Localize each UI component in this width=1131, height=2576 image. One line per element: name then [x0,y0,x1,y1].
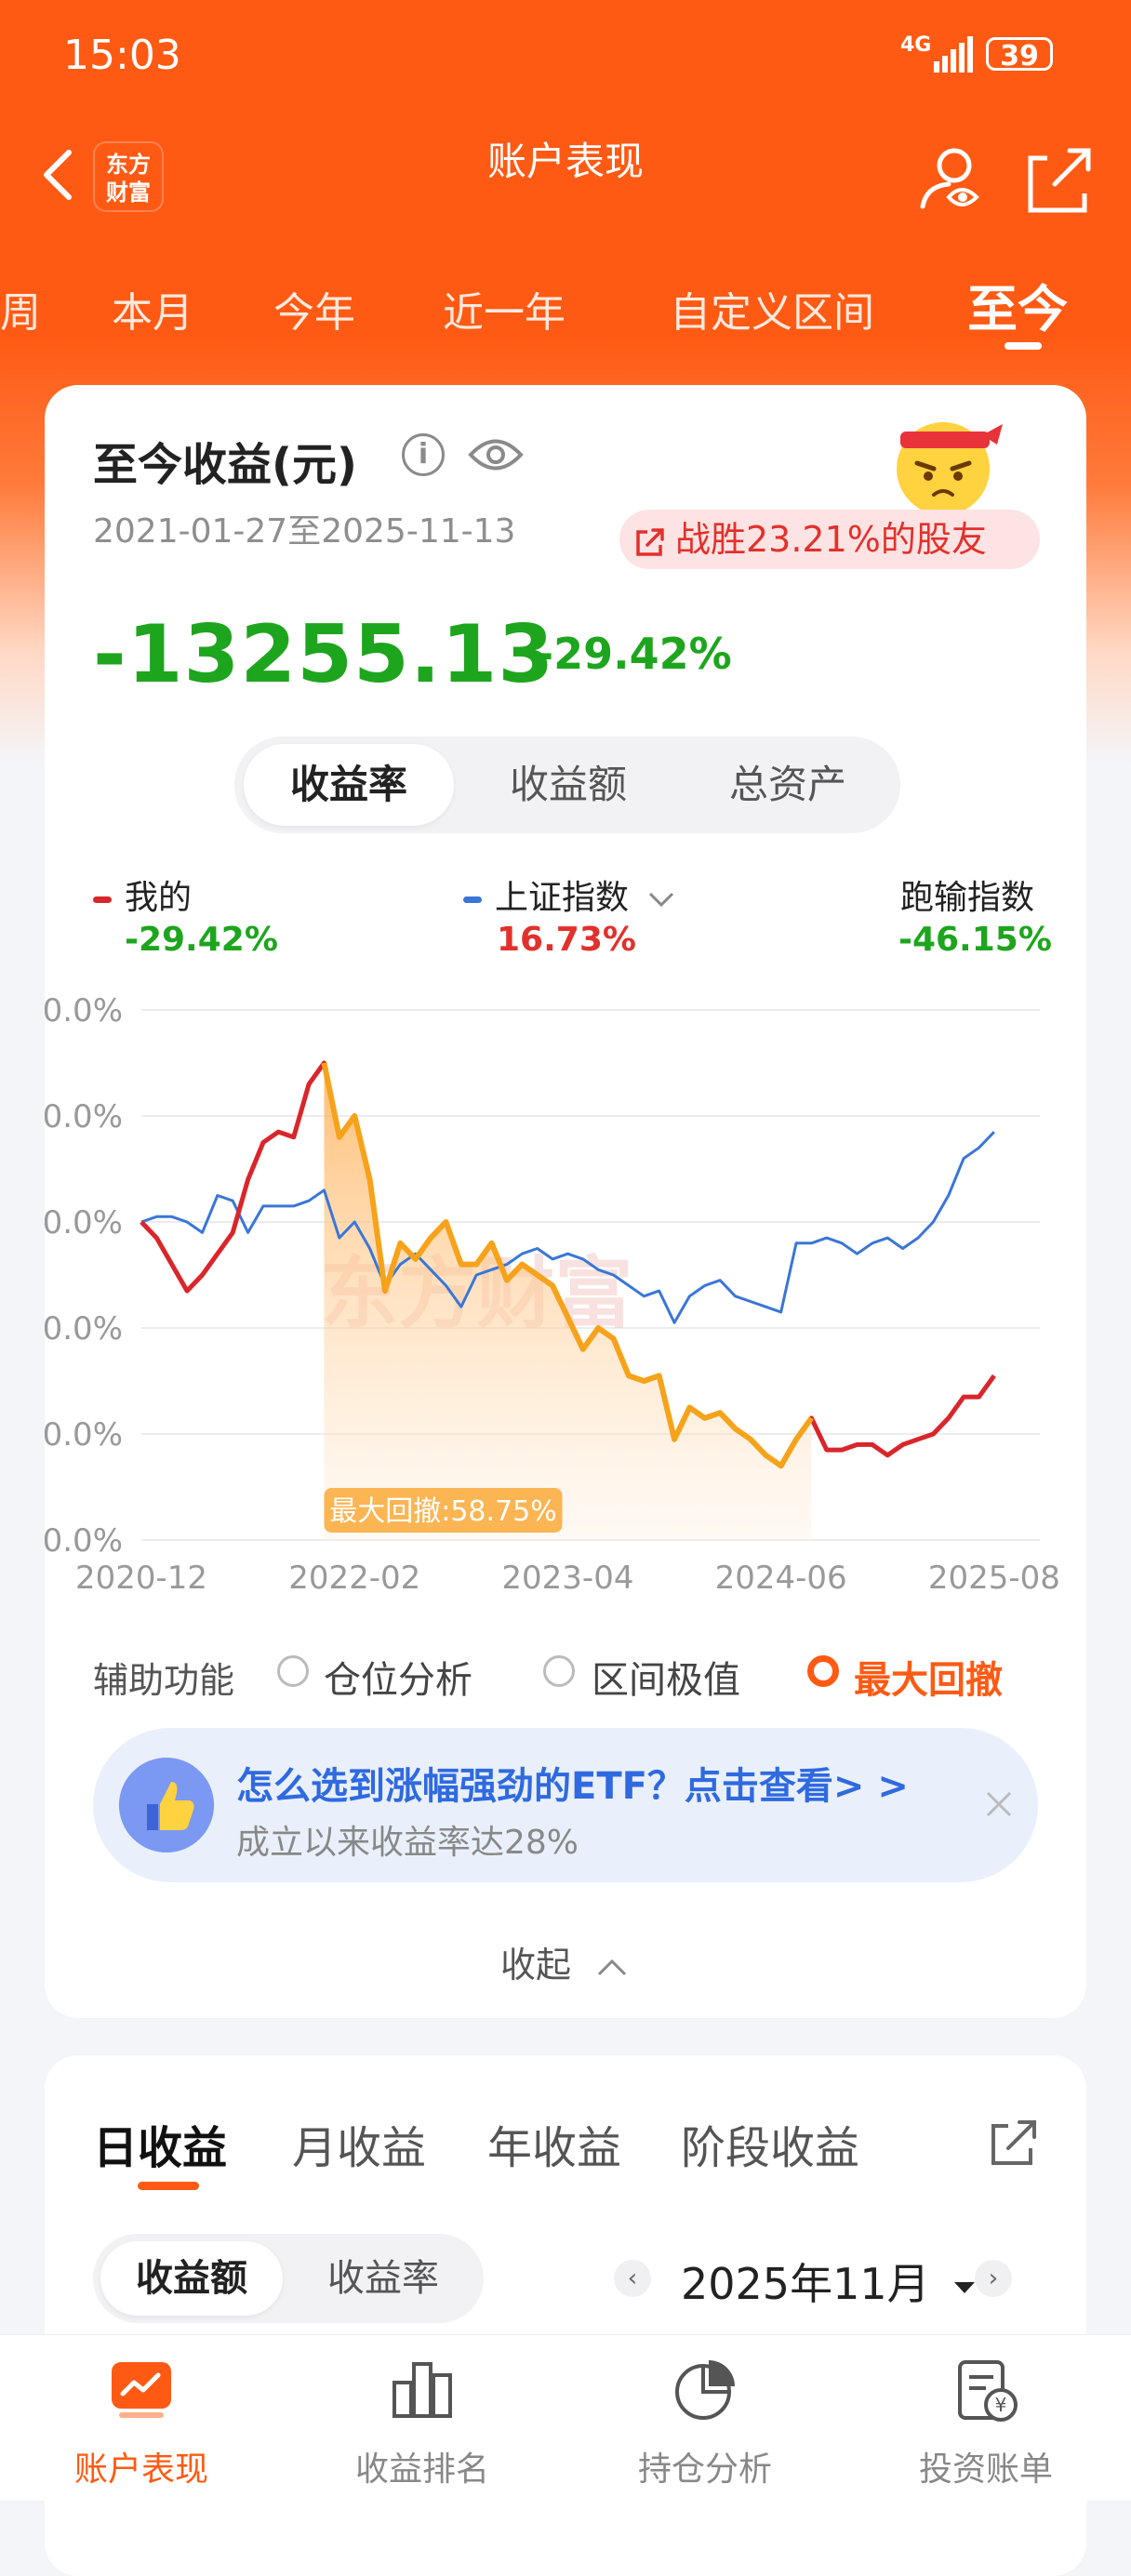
mascot-icon [897,422,1003,515]
x-tick-label: 2023-04 [501,1560,633,1597]
y-tick-label: 40.0% [45,992,123,1029]
y-tick-label: 20.0% [45,1098,123,1135]
pie-chart-icon[interactable] [672,2357,738,2423]
tab-indicator [1005,342,1042,350]
share-small-icon [636,527,664,556]
eye-icon[interactable] [467,433,525,476]
option-max-drawdown[interactable]: 最大回撤 [854,1650,1003,1704]
svg-text:¥: ¥ [995,2394,1007,2416]
legend-underperform-value: -46.15% [898,921,1052,959]
nav-icons [920,148,1091,213]
privacy-eye-icon[interactable] [920,148,979,209]
tab-week[interactable]: 周 [0,279,41,339]
chevron-up-icon [597,1959,627,1975]
caret-down-icon [954,2281,976,2293]
legend-mine-label: 我的 [125,879,193,917]
tab-this-year[interactable]: 今年 [273,279,355,339]
y-tick-label: -40.0% [45,1416,123,1454]
bar-chart-icon[interactable] [389,2357,456,2423]
legend-index-value: 16.73% [497,921,636,959]
collapse-button[interactable]: 收起 [0,1936,1131,1987]
tab-yearly-profit[interactable]: 年收益 [487,2111,621,2176]
legend-mine-swatch [93,896,112,903]
month-label: 2025年11月 [681,2259,930,2309]
date-range: 2021-01-27至2025-11-13 [93,512,516,551]
radio-position-analysis[interactable] [277,1655,309,1687]
legend-index[interactable]: 上证指数 [463,870,678,919]
next-month-button[interactable]: › [975,2260,1012,2297]
drawdown-label-text: 最大回撤:58.75% [329,1495,557,1528]
legend-mine: 我的 [93,870,192,919]
month-selector[interactable]: 2025年11月 [681,2251,977,2312]
promo-title[interactable]: 怎么选到涨幅强劲的ETF？点击查看> > [236,1756,909,1810]
toggle-return-rate[interactable]: 收益率 [244,744,454,826]
chart-trend-icon[interactable] [108,2357,175,2423]
network-indicator: 4G [900,33,932,57]
view-toggle: 收益率 收益额 总资产 [234,737,900,833]
aux-label: 辅助功能 [93,1660,235,1701]
x-tick-label: 2024-06 [715,1560,847,1597]
x-tick-label: 2022-02 [288,1560,420,1597]
tab-last-year[interactable]: 近一年 [443,279,566,339]
tab-monthly-profit[interactable]: 月收益 [292,2111,426,2176]
signal-icon [934,36,973,73]
thumbs-up-icon [119,1758,214,1852]
share-icon[interactable] [988,2117,1040,2169]
beat-text: 战胜23.21%的股友 [675,519,987,560]
info-icon[interactable]: i [402,433,445,476]
y-tick-label: -20.0% [45,1310,123,1348]
collapse-label: 收起 [499,1945,571,1985]
beat-badge[interactable]: 战胜23.21%的股友 [619,510,1040,569]
legend-mine-value: -29.42% [125,921,278,959]
x-axis-ticks: 2020-12 2022-02 2023-04 2024-06 2025-08 [75,1560,1060,1597]
return-chart[interactable]: 东方财富 最大回撤:58.75% 40.0%20.0%0.0%-20.0%-40… [45,976,1086,1618]
total-profit: -13255.13 [93,608,555,701]
legend-underperform-label: 跑输指数 [900,879,1035,917]
tab-daily-profit[interactable]: 日收益 [93,2111,227,2176]
option-position-analysis[interactable]: 仓位分析 [324,1650,472,1704]
profit-tab-indicator [138,2182,199,2190]
y-axis-ticks: 40.0% 20.0% 0.0% -20.0% -40.0% -60.0% [45,992,123,1560]
bill-icon[interactable]: ¥ [952,2357,1019,2423]
battery-icon: 39 [986,37,1053,73]
toggle-return-rate-2[interactable]: 收益率 [292,2241,474,2316]
bottom-nav-ranking[interactable]: 收益排名 [311,2442,534,2490]
option-range-extreme[interactable]: 区间极值 [592,1650,740,1704]
share-icon[interactable] [1028,148,1091,213]
y-tick-label: 0.0% [45,1204,123,1242]
legend-index-swatch [463,896,482,903]
radio-range-extreme[interactable] [543,1655,575,1687]
close-icon[interactable] [982,1787,1016,1821]
status-time: 15:03 [63,32,181,79]
tab-custom-range[interactable]: 自定义区间 [670,279,874,339]
toggle-total-assets[interactable]: 总资产 [683,744,893,826]
radio-max-drawdown[interactable] [807,1655,839,1687]
tab-this-month[interactable]: 本月 [112,279,193,339]
bottom-nav-holdings[interactable]: 持仓分析 [593,2442,817,2490]
promo-subtitle: 成立以来收益率达28% [236,1824,579,1862]
prev-month-button[interactable]: ‹ [614,2260,651,2297]
chevron-down-icon [649,892,674,908]
toggle-profit-amount[interactable]: 收益额 [463,744,673,826]
profit-toggle: 收益额 收益率 [93,2234,484,2323]
bottom-nav-bills[interactable]: 投资账单 [874,2442,1098,2490]
tab-since-inception[interactable]: 至今 [967,268,1068,341]
legend-index-label: 上证指数 [495,879,630,917]
x-tick-label: 2020-12 [75,1560,207,1597]
total-return-pct: -29.42% [536,629,732,679]
summary-title: 至今收益(元) [93,439,357,491]
x-tick-label: 2025-08 [928,1560,1060,1597]
drawdown-label: 最大回撤:58.75% [324,1488,563,1533]
bottom-nav-account[interactable]: 账户表现 [30,2442,253,2490]
tab-stage-profit[interactable]: 阶段收益 [681,2111,859,2176]
y-tick-label: -60.0% [45,1522,123,1560]
toggle-profit-amount-2[interactable]: 收益额 [100,2241,283,2316]
